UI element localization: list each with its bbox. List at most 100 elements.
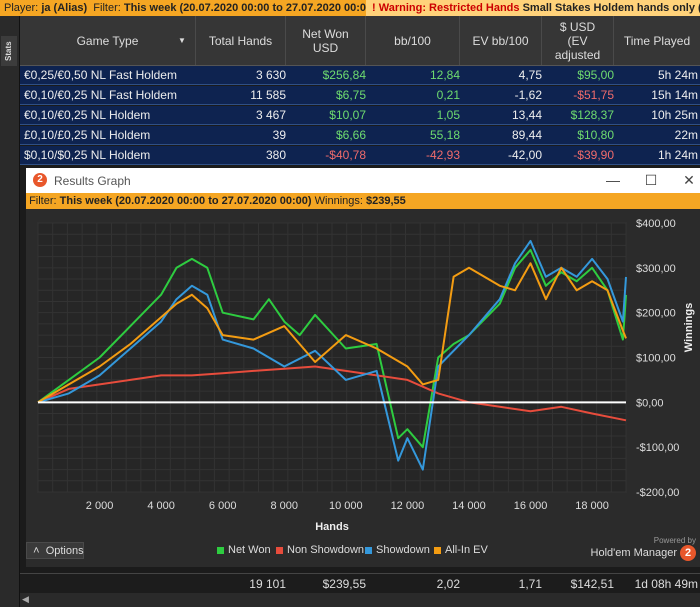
cell-ev: 4,75 xyxy=(518,68,542,82)
col-time-played-label: Time Played xyxy=(623,33,691,48)
warning-text: Warning: Restricted Hands xyxy=(378,2,520,14)
x-tick-label: 10 000 xyxy=(329,500,363,512)
cell-bb: 0,21 xyxy=(436,88,460,102)
cell-bb: 1,05 xyxy=(436,108,460,122)
warning-icon: ! xyxy=(372,2,376,14)
cell-hands: 380 xyxy=(265,148,286,162)
y-tick-label: $200,00 xyxy=(636,308,676,320)
cell-usd: $10,80 xyxy=(577,128,614,142)
x-tick-label: 18 000 xyxy=(575,500,609,512)
col-total-hands-label: Total Hands xyxy=(208,33,273,48)
col-game-type[interactable]: Game Type ▼ xyxy=(20,16,196,65)
cell-time: 22m xyxy=(674,128,698,142)
x-tick-label: 4 000 xyxy=(147,500,175,512)
powered-by-label: Powered by xyxy=(653,536,696,545)
y-tick-label: $300,00 xyxy=(636,263,676,275)
cell-net: $256,84 xyxy=(322,68,366,82)
col-bb100-label: bb/100 xyxy=(394,33,431,48)
total-hands: 19 101 xyxy=(249,577,286,591)
cell-game: €0,10/€0,25 NL Fast Holdem xyxy=(24,88,177,102)
col-ev-bb100-label: EV bb/100 xyxy=(472,33,529,48)
stats-tab[interactable]: Stats xyxy=(1,36,17,66)
cell-game: €0,25/€0,50 NL Fast Holdem xyxy=(24,68,177,82)
winnings-label: Winnings: xyxy=(314,195,363,207)
close-button[interactable]: ✕ xyxy=(676,171,700,189)
x-tick-label: 2 000 xyxy=(86,500,114,512)
x-axis-label: Hands xyxy=(315,521,349,533)
total-ev: 1,71 xyxy=(518,577,542,591)
y-tick-label: -$100,00 xyxy=(636,442,679,454)
cell-game: €0,10/€0,25 NL Holdem xyxy=(24,108,151,122)
horizontal-scrollbar[interactable]: ◀ xyxy=(20,593,700,607)
cell-net: $6,66 xyxy=(335,128,366,142)
legend-label: Net Won xyxy=(228,544,271,556)
results-chart: -$200,00 -$100,00 $0,00 $100,00 $200,00 $300,… xyxy=(37,218,695,533)
player-name: ja (Alias) xyxy=(41,2,88,14)
sort-down-icon[interactable]: ▼ xyxy=(178,36,186,45)
cell-net: -$40,78 xyxy=(325,148,366,162)
legend-swatch xyxy=(365,546,372,554)
cell-usd: -$39,90 xyxy=(573,148,614,162)
cell-ev: 13,44 xyxy=(511,108,542,122)
col-net-won[interactable]: Net Won USD xyxy=(286,16,366,65)
table-row[interactable]: €0,10/€0,25 NL Fast Holdem 11 585 $6,75 … xyxy=(20,86,700,105)
table-row[interactable]: €0,10/€0,25 NL Holdem 3 467 $10,07 1,05 … xyxy=(20,106,700,125)
legend-non-showdown[interactable]: Non Showdown xyxy=(276,544,364,556)
legend-net-won[interactable]: Net Won xyxy=(217,544,271,556)
cell-game: £0,10/£0,25 NL Holdem xyxy=(24,128,151,142)
cell-ev: -1,62 xyxy=(514,88,542,102)
col-usd-ev[interactable]: $ USD (EV adjusted xyxy=(542,16,614,65)
cell-net: $10,07 xyxy=(329,108,366,122)
side-panel: Stats xyxy=(0,16,20,607)
legend-label: All-In EV xyxy=(445,544,488,556)
hm-app-icon: 2 xyxy=(33,173,47,187)
maximize-button[interactable]: ☐ xyxy=(638,171,664,189)
player-prefix: Player: xyxy=(4,2,39,14)
cell-bb: 12,84 xyxy=(429,68,460,82)
x-tick-label: 12 000 xyxy=(391,500,425,512)
x-tick-label: 16 000 xyxy=(514,500,548,512)
graph-window-title: Results Graph xyxy=(54,174,131,188)
minimize-button[interactable]: — xyxy=(600,171,626,189)
col-usd-ev-label: $ USD (EV adjusted xyxy=(554,19,601,62)
graph-filter-prefix: Filter: xyxy=(29,195,57,207)
options-button[interactable]: ˄ Options xyxy=(26,542,84,559)
col-total-hands[interactable]: Total Hands xyxy=(196,16,286,65)
top-status-bar: Player: ja (Alias) Filter: This week (20… xyxy=(0,0,700,16)
col-time-played[interactable]: Time Played xyxy=(614,16,700,65)
player-filter-info: Player: ja (Alias) Filter: This week (20… xyxy=(4,0,376,16)
restricted-hands-warning: ! Warning: Restricted Hands Small Stakes… xyxy=(366,0,700,16)
legend-showdown[interactable]: Showdown xyxy=(365,544,430,556)
table-row[interactable]: €0,25/€0,50 NL Fast Holdem 3 630 $256,84… xyxy=(20,66,700,85)
table-row[interactable]: £0,10/£0,25 NL Holdem 39 $6,66 55,18 89,… xyxy=(20,126,700,145)
graph-title-bar[interactable]: 2 Results Graph — ☐ ✕ xyxy=(26,168,700,193)
col-net-won-label: Net Won USD xyxy=(302,26,349,55)
graph-filter-value: This week (20.07.2020 00:00 to 27.07.202… xyxy=(59,195,312,207)
y-tick-label: $400,00 xyxy=(636,218,676,230)
x-tick-label: 14 000 xyxy=(452,500,486,512)
total-net: $239,55 xyxy=(322,577,366,591)
x-tick-label: 8 000 xyxy=(271,500,299,512)
warning-detail: Small Stakes Holdem hands only ($.50 NL … xyxy=(522,2,700,14)
cell-usd: -$51,75 xyxy=(573,88,614,102)
legend-all-in-ev[interactable]: All-In EV xyxy=(434,544,488,556)
brand-name: Hold'em Manager xyxy=(590,547,677,560)
filter-value: This week (20.07.2020 00:00 to 27.07.202… xyxy=(123,2,376,14)
cell-ev: 89,44 xyxy=(511,128,542,142)
total-bb: 2,02 xyxy=(436,577,460,591)
table-row[interactable]: $0,10/$0,25 NL Holdem 380 -$40,78 -42,93… xyxy=(20,146,700,165)
legend-label: Non Showdown xyxy=(287,544,365,556)
total-time: 1d 08h 49m xyxy=(634,577,698,591)
winnings-value: $239,55 xyxy=(366,195,406,207)
cell-time: 5h 24m xyxy=(657,68,698,82)
cell-hands: 3 467 xyxy=(255,108,286,122)
options-chevron-icon: ˄ xyxy=(33,545,40,557)
scroll-left-icon[interactable]: ◀ xyxy=(22,594,29,605)
totals-row: 19 101 $239,55 2,02 1,71 $142,51 1d 08h … xyxy=(20,573,700,594)
col-ev-bb100[interactable]: EV bb/100 xyxy=(460,16,542,65)
col-bb100[interactable]: bb/100 xyxy=(366,16,460,65)
filter-prefix: Filter: xyxy=(93,2,121,14)
cell-usd: $95,00 xyxy=(577,68,614,82)
total-usd: $142,51 xyxy=(570,577,614,591)
legend-swatch xyxy=(434,546,441,554)
